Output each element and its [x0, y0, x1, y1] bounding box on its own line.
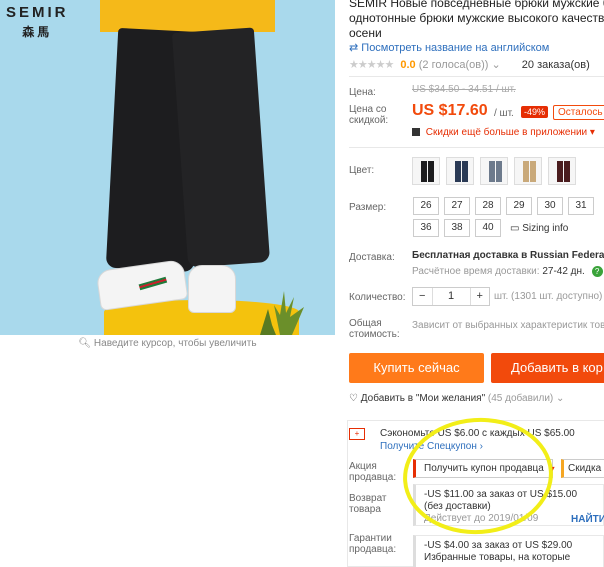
quantity-increase-button[interactable]: + [471, 288, 490, 305]
zoom-hint: 🔍︎ Наведите курсор, чтобы увеличить [0, 338, 335, 349]
sneaker-right [188, 265, 236, 313]
product-image[interactable]: SEMIR 森馬 [0, 0, 335, 335]
delivery-eta: Расчётное время доставки: 27-42 дн. ? [412, 266, 603, 277]
add-to-cart-button[interactable]: Добавить в кор [491, 353, 604, 383]
ruler-icon: ▭ [510, 223, 520, 234]
find-button[interactable]: НАЙТИ [571, 514, 604, 525]
guarantee-label: Гарантии продавца: [349, 533, 397, 555]
help-icon[interactable]: ? [591, 266, 603, 277]
chevron-down-icon[interactable]: ⌄ [492, 59, 501, 71]
sale-price: US $17.60 [412, 102, 488, 119]
color-swatch[interactable] [412, 157, 440, 185]
quantity-stepper: − 1 + [412, 287, 490, 306]
sale-price-label: Цена со скидкой: [349, 104, 389, 126]
color-swatch[interactable] [446, 157, 474, 185]
size-option[interactable]: 28 [475, 197, 501, 215]
translate-icon: ⇄ [349, 42, 359, 54]
title-line-3: осени [349, 26, 382, 40]
wishlist-count: (45 добавили) [487, 393, 554, 404]
quantity-label: Количество: [349, 292, 406, 303]
divider [349, 147, 604, 148]
pineapple-decoration [260, 291, 304, 335]
rating-votes-link[interactable]: (2 голоса(ов)) [419, 59, 489, 71]
seller-promo-label: Акция продавца: [349, 461, 397, 483]
color-swatch[interactable] [514, 157, 542, 185]
chevron-down-icon: ▾ [589, 127, 595, 138]
add-to-wishlist-link[interactable]: ♡ Добавить в "Мои желания" (45 добавили)… [349, 393, 564, 404]
coupon-icon: + [349, 428, 365, 440]
brand-sub: 森馬 [22, 25, 53, 39]
buy-now-button[interactable]: Купить сейчас [349, 353, 484, 383]
size-label: Размер: [349, 202, 387, 213]
old-price: US $34.50 - 34.51 / шт. [412, 84, 516, 95]
brand-logo: SEMIR 森馬 [6, 4, 69, 40]
app-discount-text: Скидки ещё больше в приложении [425, 127, 588, 138]
quantity-decrease-button[interactable]: − [413, 288, 432, 305]
total-label: Общая стоимость: [349, 318, 400, 340]
rating-score: 0.0 [400, 59, 416, 71]
size-option[interactable]: 29 [506, 197, 532, 215]
quantity-available: шт. (1301 шт. доступно) [494, 291, 603, 302]
size-option[interactable]: 36 [413, 219, 439, 237]
coupon-amount: -US $4.00 за заказ от US $29.00 [424, 540, 573, 551]
coupon-condition: Избранные товары, на которые [424, 552, 571, 563]
app-discount-link[interactable]: Скидки ещё больше в приложении ▾ [412, 127, 595, 138]
delivery-eta-value: 27-42 дн. [542, 266, 585, 277]
magnifier-icon: 🔍︎ [78, 338, 92, 349]
color-label: Цвет: [349, 165, 375, 176]
free-shipping-text[interactable]: Бесплатная доставка в Russian Federation [412, 250, 604, 261]
size-option[interactable]: 30 [537, 197, 563, 215]
divider [349, 76, 604, 77]
time-remaining-badge: Осталось д [553, 105, 604, 120]
delivery-label: Доставка: [349, 252, 395, 263]
seller-coupon-card-2: -US $4.00 за заказ от US $29.00 Избранны… [413, 535, 604, 567]
sizing-info-link[interactable]: ▭ Sizing info [510, 223, 568, 234]
heart-icon: ♡ [349, 393, 358, 404]
rating-row: ★★★★★ 0.0 (2 голоса(ов)) ⌄ 20 заказа(ов) [349, 58, 590, 71]
return-label: Возврат товара [349, 493, 387, 515]
total-note: Зависит от выбранных характеристик товар [412, 320, 604, 331]
size-option[interactable]: 40 [475, 219, 501, 237]
size-option[interactable]: 27 [444, 197, 470, 215]
title-line-1: SEMIR Новые повседневные брюки мужские б… [349, 0, 604, 10]
discount-badge: -49% [521, 106, 549, 118]
qr-code-icon [412, 128, 420, 137]
model-pants-right-leg [171, 27, 271, 268]
chevron-down-icon: ⌄ [556, 393, 565, 404]
brand-name: SEMIR [6, 4, 69, 21]
color-swatch[interactable] [548, 157, 576, 185]
product-title: SEMIR Новые повседневные брюки мужские б… [349, 0, 604, 41]
quantity-input[interactable]: 1 [431, 288, 471, 305]
translate-title-link[interactable]: ⇄ Посмотреть название на английском [349, 41, 549, 54]
size-option[interactable]: 31 [568, 197, 594, 215]
size-option[interactable]: 38 [444, 219, 470, 237]
size-option[interactable]: 26 [413, 197, 439, 215]
delivery-eta-label: Расчётное время доставки: [412, 266, 540, 277]
price-label: Цена: [349, 87, 376, 98]
zoom-hint-text: Наведите курсор, чтобы увеличить [93, 338, 257, 349]
sizing-info-text: Sizing info [522, 223, 569, 234]
translate-title-text: Посмотреть название на английском [361, 42, 550, 54]
per-unit: / шт. [494, 108, 514, 119]
color-swatch[interactable] [480, 157, 508, 185]
wishlist-text: Добавить в "Мои желания" [360, 393, 486, 404]
title-line-2: однотонные брюки мужские высокого качест… [349, 11, 604, 25]
rating-stars-icon: ★★★★★ [349, 59, 394, 71]
discount-tab[interactable]: Скидка 1 [561, 459, 604, 478]
orders-count: 20 заказа(ов) [521, 59, 590, 71]
